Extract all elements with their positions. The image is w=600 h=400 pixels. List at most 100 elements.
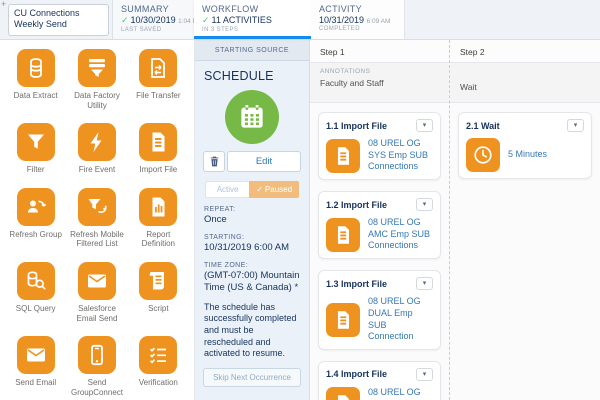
palette-item-label: Report Definition <box>141 229 175 249</box>
repeat-label: REPEAT: <box>204 206 236 213</box>
step-annotations[interactable]: Wait <box>450 63 600 103</box>
palette-item-send-groupconnect[interactable]: Send GroupConnect <box>67 336 126 397</box>
timezone-value: (GMT-07:00) Mountain Time (US & Canada) … <box>204 269 300 293</box>
palette-item-filter[interactable]: Filter <box>6 123 65 175</box>
step-header: Step 2 <box>450 40 600 63</box>
activity-card-title: 1.3 Import File <box>326 278 388 289</box>
check-icon: ✓ <box>121 15 129 25</box>
activity-card[interactable]: 1.4 Import File ▾ 08 UREL OG UCB Emp SUB C… <box>318 360 441 400</box>
schedule-title: SCHEDULE <box>204 69 274 83</box>
activity-name[interactable]: 08 UREL OG UCB Emp SUB Connections <box>368 387 433 400</box>
annotation-text: Wait <box>460 82 477 92</box>
tab-summary[interactable]: SUMMARY ✓ 10/30/2019 1:04 PM LAST SAVED <box>112 0 202 39</box>
palette-item-file-transfer[interactable]: File Transfer <box>129 49 188 110</box>
palette-item-data-extract[interactable]: Data Extract <box>6 49 65 110</box>
edit-schedule-button[interactable]: Edit <box>227 151 301 172</box>
check-icon: ✓ <box>256 185 263 194</box>
step-cards: 2.1 Wait ▾ 5 Minutes <box>450 103 600 188</box>
tab-activity[interactable]: ACTIVITY 10/31/2019 6:09 AM COMPLETED <box>311 0 405 39</box>
starting-label: STARTING: <box>204 233 245 241</box>
refresh-group-icon <box>16 187 55 226</box>
active-paused-toggle: Active ✓ Paused <box>205 181 299 198</box>
card-menu-button[interactable]: ▾ <box>567 119 584 132</box>
card-menu-button[interactable]: ▾ <box>416 198 433 212</box>
card-menu-button[interactable]: ▾ <box>416 119 433 132</box>
palette-item-import-file[interactable]: Import File <box>129 123 188 175</box>
palette-item-refresh-mobile-filtered-list[interactable]: Refresh Mobile Filtered List <box>67 187 126 249</box>
palette-item-label: Data Extract <box>13 91 58 100</box>
activity-name[interactable]: 08 UREL OG AMC Emp SUB Connections <box>368 217 433 252</box>
step-column-2: Step 2 Wait 2.1 Wait ▾ 5 Minutes <box>449 40 600 400</box>
palette-item-label: Refresh Mobile Filtered List <box>70 229 124 249</box>
fire-event-icon <box>77 123 116 162</box>
data-extract-icon <box>16 49 55 87</box>
expand-icon[interactable]: + <box>1 0 6 9</box>
palette-item-label: Verification <box>138 378 178 388</box>
steps-canvas: Step 1 ANNOTATIONS Faculty and Staff 1.1 Im… <box>310 40 600 400</box>
verification-icon <box>139 336 178 375</box>
activity-card[interactable]: 2.1 Wait ▾ 5 Minutes <box>458 112 592 179</box>
activity-card[interactable]: 1.2 Import File ▾ 08 UREL OG AMC Emp SUB C… <box>318 191 441 260</box>
delete-schedule-button[interactable] <box>203 151 225 172</box>
tab-sublabel: IN 3 STEPS <box>202 27 239 33</box>
import-file-icon <box>326 138 360 173</box>
palette-item-label: Import File <box>139 165 178 175</box>
schedule-calendar-icon[interactable] <box>225 90 279 144</box>
send-email-icon <box>16 336 55 375</box>
activity-date: 10/31/2019 <box>319 15 365 25</box>
schedule-status-message: The schedule has successfully completed … <box>204 301 297 359</box>
script-icon <box>139 261 178 300</box>
skip-next-occurrence-button[interactable]: Skip Next Occurrence <box>203 367 301 387</box>
tab-label: ACTIVITY <box>319 4 362 14</box>
activity-card-title: 1.1 Import File <box>326 120 388 131</box>
palette-item-report-definition[interactable]: Report Definition <box>129 187 188 249</box>
sql-query-icon <box>16 261 55 300</box>
automation-title[interactable]: CU Connections Weekly Send <box>8 4 109 36</box>
tab-workflow[interactable]: WORKFLOW ✓ 11 ACTIVITIES IN 3 STEPS <box>194 0 311 39</box>
annotations-label: ANNOTATIONS <box>320 68 371 75</box>
palette-item-send-email[interactable]: Send Email <box>6 336 65 397</box>
tab-sublabel: LAST SAVED <box>121 27 162 33</box>
palette-item-fire-event[interactable]: Fire Event <box>67 123 126 175</box>
palette-item-salesforce-email-send[interactable]: Salesforce Email Send <box>67 261 126 323</box>
palette-item-label: Send GroupConnect <box>70 378 123 397</box>
palette-item-label: Salesforce Email Send <box>76 303 118 323</box>
refresh-mobile-filtered-list-icon <box>77 187 116 226</box>
starting-source-header: STARTING SOURCE <box>195 40 309 61</box>
step-annotations[interactable]: ANNOTATIONS Faculty and Staff <box>310 63 449 103</box>
tab-label: WORKFLOW <box>202 4 259 14</box>
palette-item-script[interactable]: Script <box>129 261 188 323</box>
data-factory-utility-icon <box>77 49 116 87</box>
palette-item-label: Filter <box>26 165 45 175</box>
step-cards: 1.1 Import File ▾ 08 UREL OG SYS Emp SUB C… <box>310 103 449 400</box>
palette-item-refresh-group[interactable]: Refresh Group <box>6 187 65 249</box>
import-file-icon <box>326 387 360 400</box>
palette-item-sql-query[interactable]: SQL Query <box>6 261 65 323</box>
palette-item-label: File Transfer <box>136 91 181 100</box>
activity-name[interactable]: 08 UREL OG DUAL Emp SUB Connection <box>368 296 433 343</box>
wait-icon <box>466 138 500 172</box>
step-column-1: Step 1 ANNOTATIONS Faculty and Staff 1.1 Im… <box>310 40 449 400</box>
last-saved-date: 10/30/2019 <box>130 15 176 25</box>
import-file-icon <box>326 302 360 337</box>
filter-icon <box>16 123 55 162</box>
starting-source-column: STARTING SOURCE SCHEDULE Edit Active ✓ Pa… <box>195 40 310 400</box>
report-definition-icon <box>139 187 178 226</box>
active-toggle-button[interactable]: Active <box>205 181 250 198</box>
activity-card[interactable]: 1.1 Import File ▾ 08 UREL OG SYS Emp SUB C… <box>318 112 441 181</box>
card-menu-button[interactable]: ▾ <box>416 367 433 381</box>
palette-item-label: Data Factory Utility <box>74 91 120 110</box>
header-bar: + CU Connections Weekly Send SUMMARY ✓ 10… <box>0 0 600 40</box>
activity-card[interactable]: 1.3 Import File ▾ 08 UREL OG DUAL Emp SUB … <box>318 270 441 350</box>
activity-card-title: 1.2 Import File <box>326 199 388 210</box>
palette-item-data-factory-utility[interactable]: Data Factory Utility <box>67 49 126 110</box>
file-transfer-icon <box>139 49 178 87</box>
activity-name[interactable]: 5 Minutes <box>508 149 547 161</box>
palette-item-verification[interactable]: Verification <box>129 336 188 397</box>
activity-name[interactable]: 08 UREL OG SYS Emp SUB Connections <box>368 138 433 173</box>
card-menu-button[interactable]: ▾ <box>416 277 433 291</box>
activity-palette: Data Extract Data Factory Utility File Tra… <box>0 40 195 400</box>
activity-card-title: 2.1 Wait <box>466 120 500 131</box>
paused-toggle-button[interactable]: ✓ Paused <box>249 181 299 198</box>
starting-value: 10/31/2019 6:00 AM <box>204 241 290 253</box>
